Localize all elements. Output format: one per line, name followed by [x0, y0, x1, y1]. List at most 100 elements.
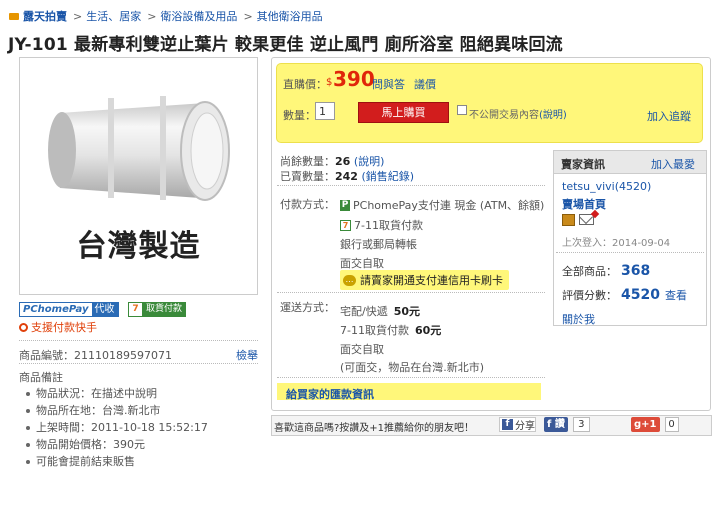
price-currency: $: [326, 77, 333, 88]
breadcrumb-separator: >: [73, 9, 83, 23]
sales-record-link[interactable]: (銷售紀錄): [361, 170, 414, 183]
seven-eleven-icon: 7: [129, 303, 143, 316]
remaining-quantity: 尚餘數量：26 (說明): [280, 153, 384, 169]
facebook-share-button[interactable]: f 分享: [499, 417, 536, 432]
add-watch-link[interactable]: 加入追蹤: [647, 108, 691, 124]
payment-method-label: PChomePay支付連 現金 (ATM、餘額): [353, 199, 545, 212]
seller-icons: [562, 214, 594, 226]
breadcrumb: 露天拍賣 > 生活、居家 > 衛浴設備及用品 > 其他衛浴用品: [8, 8, 323, 24]
seller-store-link[interactable]: 賣場首頁: [562, 196, 606, 212]
bank-info-link[interactable]: 給買家的匯款資訊: [286, 386, 374, 402]
price-label: 直購價：: [283, 78, 327, 91]
breadcrumb-item-home-living[interactable]: 生活、居家: [86, 8, 141, 24]
divider: [277, 185, 545, 186]
page-title: JY-101 最新專利雙逆止葉片 較果更佳 逆止風門 廁所浴室 阻絕異味回流: [8, 35, 563, 55]
seven-eleven-icon: 7: [340, 219, 351, 231]
list-item: 物品狀況：在描述中說明: [24, 385, 258, 402]
private-transaction-checkbox[interactable]: [457, 105, 467, 115]
shipping-option-price: 50元: [393, 305, 421, 318]
shipping-option: 7-11取貨付款 60元: [340, 322, 441, 338]
product-image[interactable]: 台灣製造: [19, 57, 258, 295]
buy-now-button[interactable]: 馬上購買: [358, 102, 449, 123]
shipping-option-name: 7-11取貨付款: [340, 324, 409, 337]
report-link[interactable]: 檢舉: [236, 347, 258, 363]
payment-method-pchomepay: P PChomePay支付連 現金 (ATM、餘額): [340, 197, 544, 213]
support-fast-pay-link[interactable]: 支援付款快手: [19, 319, 97, 335]
breadcrumb-item-ruten[interactable]: 露天拍賣: [23, 8, 67, 24]
payment-method-label: 7-11取貨付款: [354, 219, 423, 232]
pchomepay-tag: 代收: [91, 303, 118, 316]
price-value: 390: [333, 67, 375, 91]
shipping-option: 宅配/快遞 50元: [340, 303, 420, 319]
seller-name-link[interactable]: tetsu_vivi(4520): [562, 180, 651, 193]
list-item: 物品開始價格：390元: [24, 436, 258, 453]
shipping-note: (可面交，物品在台灣.新北市): [340, 361, 485, 374]
seven-eleven-badge[interactable]: 7 取貨付款: [128, 302, 187, 317]
rating-view-link[interactable]: 查看: [665, 287, 687, 303]
sold-value: 242: [335, 170, 358, 183]
private-transaction-label: 不公開交易內容(說明): [469, 106, 567, 121]
divider: [277, 292, 545, 293]
facebook-like-button[interactable]: f 讚 3: [544, 417, 590, 432]
divider: [556, 252, 704, 253]
about-me-link[interactable]: 關於我: [562, 311, 595, 327]
circle-icon: [19, 322, 28, 332]
shipping-option-price: 60元: [414, 324, 442, 337]
seller-info-title: 賣家資訊: [561, 158, 605, 171]
breadcrumb-separator: >: [243, 9, 253, 23]
divider: [19, 363, 258, 364]
share-text: 喜歡這商品嗎?按讚及+1推薦給你的朋友吧！: [274, 423, 475, 434]
facebook-like-icon: f 讚: [544, 417, 568, 432]
sold-quantity: 已賣數量：242 (銷售紀錄): [280, 168, 414, 184]
credit-card-notice-text: 請賣家開通支付連信用卡刷卡: [360, 274, 503, 287]
notes-list: 物品狀況：在描述中說明 物品所在地：台灣.新北市 上架時間：2011-10-18…: [24, 385, 258, 470]
remaining-value: 26: [335, 155, 351, 168]
quantity-input[interactable]: [315, 102, 335, 120]
ruten-logo-icon: [8, 10, 20, 22]
support-fast-pay-label: 支援付款快手: [31, 321, 97, 334]
remaining-label: 尚餘數量：: [280, 155, 335, 168]
divider: [277, 377, 545, 378]
pchomepay-badge[interactable]: PChomePay 代收: [19, 302, 119, 317]
payment-method-seven: 7 7-11取貨付款: [340, 217, 423, 233]
shipping-label: 運送方式：: [280, 301, 335, 314]
breadcrumb-separator: >: [147, 9, 157, 23]
google-plus-icon: g+1: [631, 417, 660, 432]
list-item: 物品所在地：台灣.新北市: [24, 402, 258, 419]
private-transaction-text: 不公開交易內容: [469, 110, 539, 121]
last-login: 上次登入：2014-09-04: [562, 238, 671, 249]
add-favorite-link[interactable]: 加入最愛: [651, 156, 695, 172]
payment-label: 付款方式：: [280, 198, 335, 211]
breadcrumb-item-bathroom[interactable]: 衛浴設備及用品: [160, 8, 237, 24]
remaining-help-link[interactable]: (說明): [354, 155, 385, 168]
seven-eleven-tag: 取貨付款: [143, 303, 186, 316]
private-help-link[interactable]: (說明): [539, 110, 567, 121]
message-icon[interactable]: [579, 214, 594, 225]
rating: 評價分數： 4520 查看: [562, 287, 687, 303]
shop-icon[interactable]: [562, 214, 575, 226]
pchomepay-logo: PChomePay: [20, 303, 92, 316]
rating-label: 評價分數：: [562, 289, 617, 302]
total-items-link[interactable]: 368: [621, 263, 650, 279]
total-items: 全部商品： 368: [562, 263, 650, 279]
breadcrumb-item-other-bath[interactable]: 其他衛浴用品: [257, 8, 323, 24]
payment-method-meetup: 面交自取: [340, 257, 384, 270]
bargain-link[interactable]: 議價: [414, 76, 436, 92]
payment-method-bank: 銀行或郵局轉帳: [340, 238, 417, 251]
credit-card-notice[interactable]: … 請賣家開通支付連信用卡刷卡: [340, 270, 509, 290]
notes-title: 商品備註: [19, 371, 63, 384]
total-items-label: 全部商品：: [562, 265, 617, 278]
quantity-label: 數量：: [283, 109, 316, 122]
sold-label: 已賣數量：: [280, 170, 335, 183]
rating-value-link[interactable]: 4520: [621, 287, 660, 303]
list-item: 可能會提前結束販售: [24, 453, 258, 470]
made-in-taiwan-text: 台灣製造: [76, 229, 201, 264]
shipping-option-name: 宅配/快遞: [340, 305, 388, 318]
google-plus-button[interactable]: g+1 0: [631, 417, 679, 432]
item-number: 商品編號：21110189597071: [19, 349, 172, 362]
google-plus-count: 0: [664, 417, 679, 432]
item-number-row: 商品編號：21110189597071 檢舉: [19, 347, 258, 363]
qa-link[interactable]: 問與答: [372, 76, 405, 92]
shipping-option: 面交自取: [340, 343, 384, 356]
facebook-icon: f: [502, 419, 513, 430]
